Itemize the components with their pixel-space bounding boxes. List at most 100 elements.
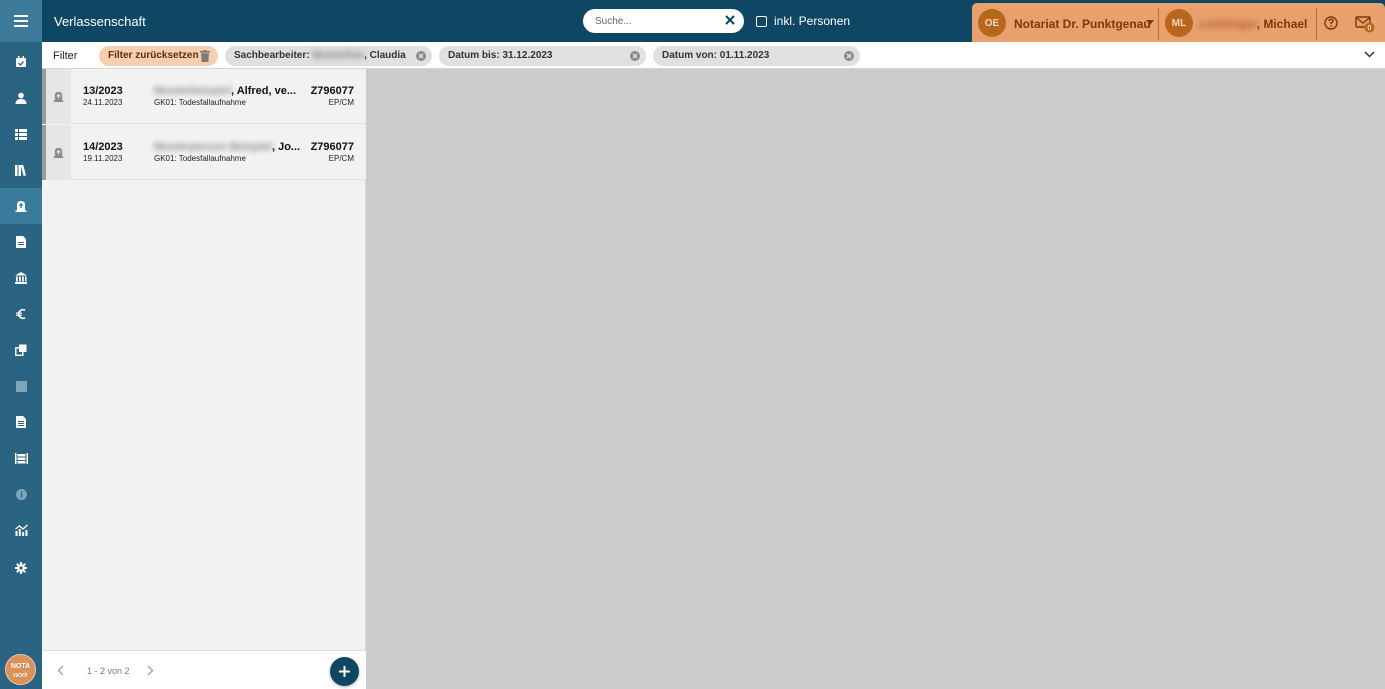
remove-chip-icon[interactable] [630,51,640,61]
menu-toggle-button[interactable] [0,0,42,42]
case-kind: GK01: Todesfallaufnahme [154,154,246,163]
list-icon [15,128,27,140]
chip-label: Datum bis: 31.12.2023 [448,50,553,61]
page-title: Verlassenschaft [54,14,146,29]
nav-placeholder[interactable] [0,368,42,404]
caret-down-icon[interactable] [1146,20,1154,25]
case-name-redacted: Musterbeispiel [154,85,232,97]
chart-icon [14,524,28,536]
search-input[interactable] [595,13,715,29]
case-list-panel: 13/2023 24.11.2023 Musterbeispiel, Alfre… [42,69,366,689]
nav-info[interactable] [0,476,42,512]
pagination-count: 1 - 2 von 2 [87,666,130,676]
case-ref: Z796077 [310,141,354,153]
clear-search-icon[interactable] [725,15,735,25]
nav-finance[interactable] [0,296,42,332]
remove-chip-icon[interactable] [844,51,854,61]
detail-area [366,69,1385,689]
file-icon [16,416,26,428]
nav-list[interactable] [0,116,42,152]
tombstone-icon [15,201,27,212]
case-date: 24.11.2023 [83,98,123,107]
trash-icon [200,50,210,62]
hamburger-icon [14,15,28,27]
case-kind: GK01: Todesfallaufnahme [154,98,246,107]
filter-chip-sachbearbeiter[interactable]: Sachbearbeiter: Musterfrau, Claudia [225,46,432,66]
mail-badge: 0 [1367,23,1371,32]
bank-icon [15,272,27,284]
nav-library[interactable] [0,152,42,188]
library-icon [14,164,26,176]
nav-documents[interactable] [0,224,42,260]
user-avatar: ML [1165,9,1193,37]
filter-bar: Filter Filter zurücksetzen Sachbearbeite… [42,42,1385,69]
nav-estate[interactable] [0,188,42,224]
incl-persons-checkbox[interactable] [756,15,767,27]
case-name: Musterbeispiel, Alfred, ve... [154,85,296,97]
nav-files[interactable] [0,404,42,440]
nav-persons[interactable] [0,80,42,116]
reset-filter-button[interactable]: Filter zurücksetzen [99,46,218,66]
incl-persons-label: inkl. Personen [774,14,851,28]
user-surname-redacted: Lieblinger [1200,17,1257,31]
calendar-icon [16,56,26,67]
nav-settings[interactable] [0,550,42,586]
chip-redacted-name: Musterfrau [312,50,365,61]
help-icon[interactable] [1324,16,1338,30]
case-initials: EP/CM [328,98,354,107]
case-initials: EP/CM [328,154,354,163]
chevron-right-icon[interactable] [147,665,154,676]
mail-icon[interactable]: 0 [1355,16,1375,33]
org-avatar: OE [978,9,1006,37]
euro-icon [16,308,26,320]
register-icon [14,452,28,464]
case-number: 14/2023 [83,141,123,153]
incl-persons-toggle[interactable]: inkl. Personen [756,14,850,28]
row-icon-cell [46,125,71,180]
filter-chip-date-from[interactable]: Datum von: 01.11.2023 [653,46,860,66]
reset-filter-label: Filter zurücksetzen [108,50,199,61]
nav-copies[interactable] [0,332,42,368]
copy-icon [15,344,27,356]
case-name: Musterperson Beispiel, Jo... [154,141,300,153]
chip-label: Sachbearbeiter: [234,50,313,61]
case-ref: Z796077 [310,85,354,97]
chip-label: Datum von: 01.11.2023 [662,50,770,61]
nav-bank[interactable] [0,260,42,296]
remove-chip-icon[interactable] [416,51,426,61]
person-icon [15,92,27,104]
list-item[interactable]: 13/2023 24.11.2023 Musterbeispiel, Alfre… [42,69,366,124]
square-icon [15,380,27,392]
chip-label: , Claudia [364,50,406,61]
chevron-left-icon[interactable] [57,665,64,676]
search-box [583,9,744,33]
info-icon [15,488,27,500]
logo-line1: NOTA [10,663,31,670]
notawork-logo: NOTA work [5,654,36,685]
org-selector[interactable]: Notariat Dr. Punktgenau [1014,17,1151,31]
filter-label: Filter [53,50,78,62]
tombstone-icon [53,91,64,102]
account-panel: OE Notariat Dr. Punktgenau ML Lieblinger… [972,3,1385,42]
add-case-button[interactable] [330,657,359,686]
case-name-redacted: Musterperson Beispiel [154,141,272,153]
case-name-visible: , Alfred, ve... [231,85,297,97]
tombstone-icon [53,147,64,158]
nav-calendar[interactable] [0,44,42,80]
chevron-down-icon[interactable] [1364,51,1375,58]
divider [1316,8,1317,40]
list-item[interactable]: 14/2023 19.11.2023 Musterperson Beispiel… [42,125,366,180]
user-name[interactable]: Lieblinger, Michael [1200,17,1307,31]
case-name-visible: , Jo... [271,141,301,153]
logo-line2: work [13,672,28,679]
nav-register[interactable] [0,440,42,476]
plus-icon [339,666,350,677]
case-date: 19.11.2023 [83,154,123,163]
filter-chip-date-to[interactable]: Datum bis: 31.12.2023 [439,46,646,66]
gear-icon [15,562,27,574]
nav-statistics[interactable] [0,512,42,548]
document-icon [16,236,26,248]
top-header: Verlassenschaft inkl. Personen OE Notari… [42,0,1385,42]
user-firstname: , Michael [1256,17,1308,31]
pagination: 1 - 2 von 2 [42,650,366,689]
